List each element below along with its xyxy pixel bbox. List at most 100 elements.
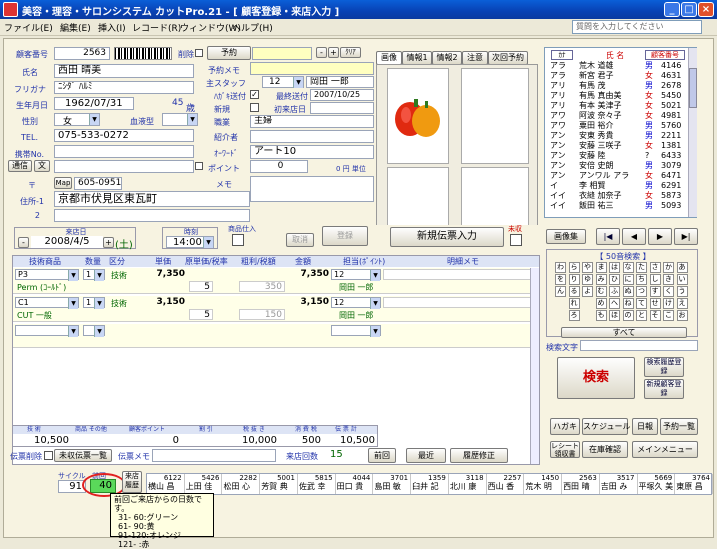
latest-visit-button[interactable]: 最近 [406,448,446,463]
history-item[interactable]: 2563 西田 晴 [562,474,600,494]
reserve-button[interactable]: 予約 [207,46,251,60]
intro-field[interactable] [250,130,374,143]
table-row[interactable]: ▼ ▼ ▼ [13,324,539,348]
slip-memo-field[interactable] [152,449,276,462]
history-item[interactable]: 5426 上田 佳 [185,474,223,494]
furigana-field[interactable]: ﾆｼﾀﾞ ﾊﾙﾐ [54,81,194,94]
unpaid-list-button[interactable]: 未収伝票一覧 [54,449,112,462]
tab-next-reserve[interactable]: 次回予約 [488,51,528,65]
history-item[interactable]: 3118 北川 康 [449,474,487,494]
history-item[interactable]: 6122 横山 昌 [147,474,185,494]
kana-key[interactable]: さ [649,262,661,273]
list-header-number[interactable]: 顧客番号 [645,50,685,60]
search-button[interactable]: 検索 [557,357,635,399]
kana-all-button[interactable]: すべて [561,327,687,338]
menu-record[interactable]: レコード(R) [132,21,181,34]
slip-scrollbar[interactable] [530,268,539,464]
kana-key[interactable]: み [595,274,607,285]
history-item[interactable]: 5815 佐武 幸 [298,474,336,494]
photo-slot-1[interactable] [387,68,449,164]
kana-key[interactable]: お [676,310,688,321]
item-code-select[interactable]: P3 ▼ [15,269,79,281]
menu-edit[interactable]: 編集(E) [60,21,91,34]
search-input[interactable] [580,340,698,351]
unpaid-checkbox[interactable] [510,234,522,246]
schedule-button[interactable]: スケジュール [582,418,630,435]
table-row[interactable]: P3 ▼ 1 ▼ 技術 7,350 7,350 12 ▼ Perm (ｺｰﾙﾄﾞ) 5… [13,268,539,294]
job-field[interactable]: 主婦 [250,115,374,128]
kana-key[interactable]: も [595,310,607,321]
kana-key[interactable]: や [582,262,593,273]
kana-key[interactable]: り [568,274,580,285]
goods-purchase-checkbox[interactable] [232,234,244,246]
qty-select[interactable]: ▼ [83,325,105,337]
new-checkbox[interactable] [250,103,259,112]
first-record-button[interactable]: |◀ [596,228,620,245]
kana-key[interactable]: ひ [609,274,620,285]
kana-key[interactable]: と [636,310,647,321]
history-item[interactable]: 3517 吉田 み [600,474,638,494]
kana-key[interactable]: せ [649,298,661,309]
kana-key[interactable]: な [622,262,634,273]
kana-key[interactable]: す [649,286,661,297]
menu-help[interactable]: ヘルプ(H) [232,21,273,34]
table-row[interactable]: C1 ▼ 1 ▼ 技術 3,150 3,150 12 ▼ CUT 一般 5 150 岡… [13,296,539,322]
mobile-field[interactable] [54,145,194,158]
kana-key[interactable]: よ [582,286,593,297]
kana-key[interactable]: に [622,274,634,285]
item-code-select[interactable]: C1 ▼ [15,297,79,309]
main-menu-button[interactable]: メインメニュー [632,441,698,458]
history-item[interactable]: 1359 臼井 記 [411,474,449,494]
kana-key[interactable]: か [663,262,674,273]
blood-select[interactable]: ▼ [162,113,198,126]
kana-key[interactable]: れ [568,298,580,309]
sex-select[interactable]: 女 ▼ [54,113,100,127]
tab-info2[interactable]: 情報2 [432,51,462,65]
name-field[interactable]: 西田 晴美 [54,64,194,78]
clear-button[interactable]: ｸﾘｱ [340,47,361,58]
kana-key[interactable]: わ [555,262,566,273]
photo-slot-3[interactable] [387,167,449,227]
map-button[interactable]: Map [54,177,72,189]
tax-rate[interactable]: 5 [189,309,213,320]
kana-key[interactable]: つ [636,286,647,297]
dm-checkbox[interactable]: ✓ [250,90,259,99]
history-item[interactable]: 2282 松田 心 [222,474,261,494]
kana-key[interactable]: て [636,298,647,309]
menu-insert[interactable]: 挿入(I) [98,21,126,34]
kana-key[interactable]: め [595,298,607,309]
history-item[interactable]: 5669 平塚久 美 [638,474,676,494]
text-button[interactable]: 文 [34,160,50,172]
mail-field[interactable] [54,160,194,173]
photo-slot-4[interactable] [461,167,529,227]
visit-time-select[interactable]: 14:00 ▼ [166,236,214,248]
staff-select[interactable]: 12 ▼ [262,76,304,88]
kana-key[interactable]: し [649,274,661,285]
postcard-button[interactable]: ハガキ [550,418,580,435]
receipt-button[interactable]: レシート領収書 [550,441,580,458]
keyword-field[interactable]: アート10 [250,145,374,159]
daily-report-button[interactable]: 日報 [632,418,658,435]
kana-key[interactable]: け [663,298,674,309]
kana-key[interactable]: ゆ [582,274,593,285]
kana-key[interactable]: ち [636,274,647,285]
kana-key[interactable]: ん [555,286,566,297]
minus-button[interactable]: - [316,47,327,58]
kana-key[interactable]: ほ [609,310,620,321]
tel-field[interactable]: 075-533-0272 [54,129,194,142]
item-code-select[interactable]: ▼ [15,325,79,337]
visit-date-field[interactable]: 2008/4/5 [31,236,103,248]
kana-key[interactable]: う [676,286,688,297]
date-plus-button[interactable]: + [103,237,114,248]
kana-key[interactable]: き [663,274,674,285]
prev-visit-button[interactable]: 前回 [368,448,396,463]
plus-button[interactable]: + [328,47,339,58]
kana-key[interactable]: ね [622,298,634,309]
close-button[interactable]: × [698,2,714,17]
list-scrollbar[interactable] [688,48,697,217]
register-button[interactable]: 登録 [322,226,368,246]
maximize-button[interactable]: □ [681,2,697,17]
history-item[interactable]: 5001 芳賀 典 [260,474,298,494]
addr2-field[interactable] [54,209,250,222]
kana-key[interactable]: あ [676,262,688,273]
